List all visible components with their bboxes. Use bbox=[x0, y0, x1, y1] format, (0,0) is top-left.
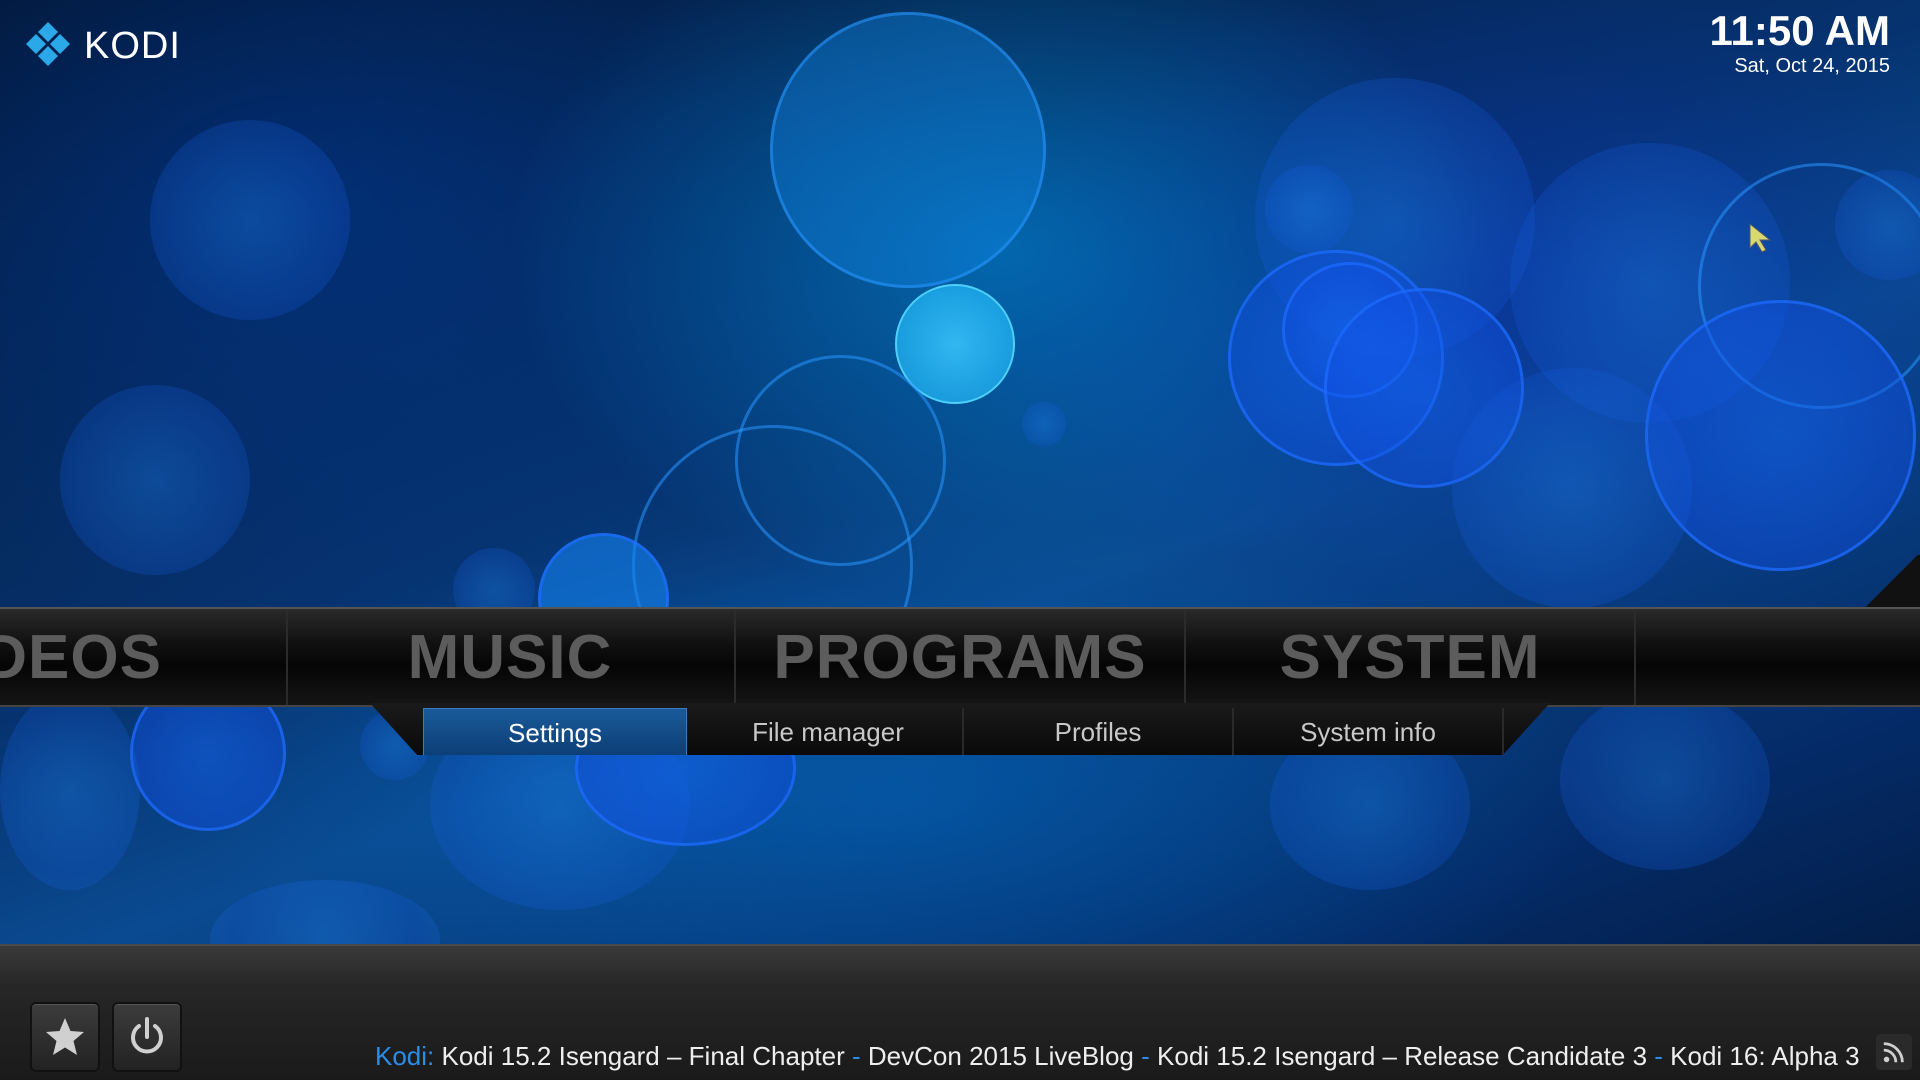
menu-item-label: IDEOS bbox=[0, 622, 162, 692]
submenu-item-label: Settings bbox=[508, 717, 602, 748]
ticker-headline: Kodi 15.2 Isengard – Release Candidate 3 bbox=[1157, 1041, 1648, 1071]
submenu-item-settings[interactable]: Settings bbox=[423, 708, 687, 755]
bottom-bar: Kodi: Kodi 15.2 Isengard – Final Chapter… bbox=[0, 944, 1920, 1080]
ticker-separator: - bbox=[1654, 1041, 1663, 1071]
system-submenu: Settings File manager Profiles System in… bbox=[370, 703, 1550, 755]
rss-icon[interactable] bbox=[1876, 1034, 1912, 1070]
ticker-headline: Kodi 16: Alpha 3 bbox=[1670, 1041, 1860, 1071]
menu-item-programs[interactable]: PROGRAMS bbox=[736, 609, 1186, 705]
menu-item-system[interactable]: SYSTEM bbox=[1186, 609, 1636, 705]
submenu-item-label: Profiles bbox=[1054, 716, 1142, 747]
ticker-headline: Kodi 15.2 Isengard – Final Chapter bbox=[441, 1041, 845, 1071]
ticker-separator: - bbox=[852, 1041, 861, 1071]
star-icon bbox=[46, 1018, 84, 1055]
rss-ticker[interactable]: Kodi: Kodi 15.2 Isengard – Final Chapter… bbox=[375, 1036, 1865, 1076]
rss-glyph-icon bbox=[1883, 1042, 1904, 1063]
mouse-cursor-icon bbox=[1749, 222, 1772, 253]
menu-item-label: PROGRAMS bbox=[773, 622, 1147, 692]
kodi-logo-icon bbox=[26, 22, 70, 66]
submenu-item-profiles[interactable]: Profiles bbox=[964, 708, 1234, 755]
submenu-item-system-info[interactable]: System info bbox=[1234, 708, 1504, 755]
ticker-separator: - bbox=[1141, 1041, 1150, 1071]
menu-item-music[interactable]: MUSIC bbox=[286, 609, 736, 705]
favourites-button[interactable] bbox=[30, 1002, 100, 1072]
power-icon bbox=[131, 1017, 163, 1054]
power-button[interactable] bbox=[112, 1002, 182, 1072]
menu-item-label: MUSIC bbox=[407, 622, 613, 692]
kodi-logo: KODI bbox=[22, 20, 181, 72]
clock-date: Sat, Oct 24, 2015 bbox=[1734, 55, 1890, 77]
kodi-home-screen: KODI 11:50 AM Sat, Oct 24, 2015 IDEOS MU… bbox=[0, 0, 1920, 1080]
clock: 11:50 AM Sat, Oct 24, 2015 bbox=[1709, 8, 1890, 78]
submenu-item-label: System info bbox=[1300, 716, 1436, 747]
main-menu: IDEOS MUSIC PROGRAMS SYSTEM bbox=[0, 607, 1920, 707]
ticker-source: Kodi: bbox=[375, 1041, 435, 1071]
menu-item-videos[interactable]: IDEOS bbox=[0, 609, 288, 705]
submenu-item-file-manager[interactable]: File manager bbox=[694, 708, 964, 755]
menu-item-label: SYSTEM bbox=[1279, 622, 1541, 692]
ticker-headline: DevCon 2015 LiveBlog bbox=[867, 1041, 1134, 1071]
menu-bar-edge bbox=[1860, 555, 1920, 609]
logo-text: KODI bbox=[84, 24, 181, 67]
clock-time: 11:50 AM bbox=[1709, 7, 1890, 54]
submenu-item-label: File manager bbox=[752, 716, 904, 747]
